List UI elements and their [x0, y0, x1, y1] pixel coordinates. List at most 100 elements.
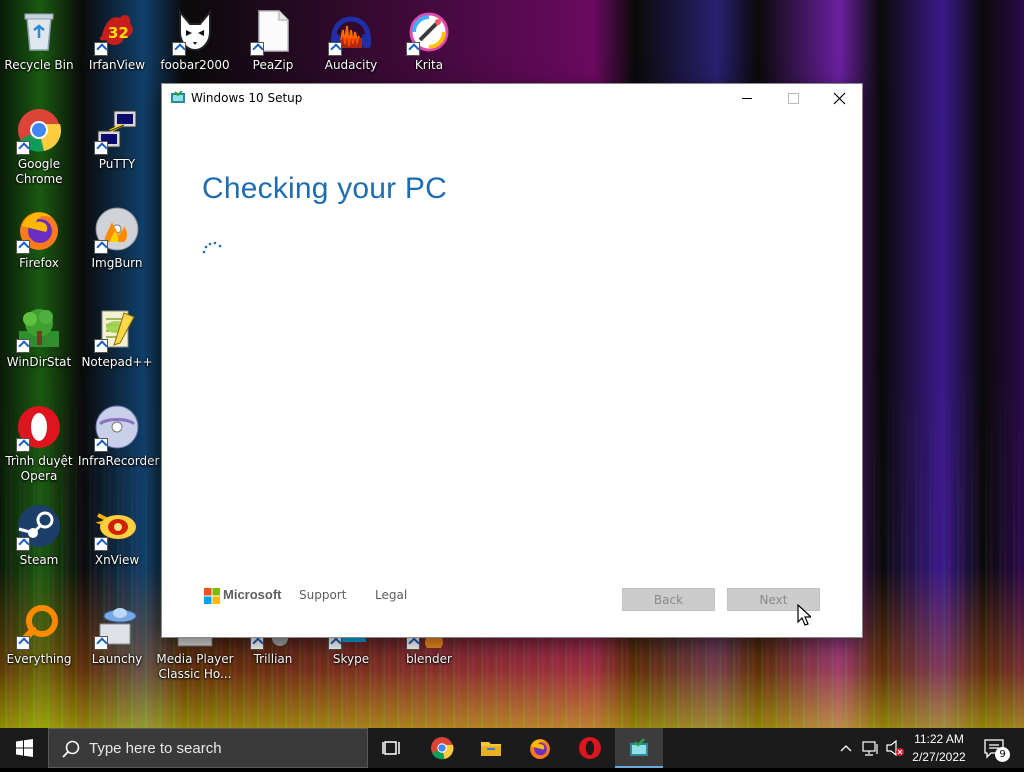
desktop-icon-label: blender [406, 652, 452, 666]
shortcut-arrow-icon [94, 240, 108, 254]
desktop-icon-xnview[interactable]: XnView [78, 495, 156, 568]
desktop-icon-foobar2000[interactable]: foobar2000 [156, 0, 234, 73]
taskbar-task-view[interactable] [368, 728, 416, 768]
support-link[interactable]: Support [299, 588, 346, 602]
shortcut-arrow-icon [94, 141, 108, 155]
firefox-icon [16, 206, 62, 254]
desktop-icon-infrarecorder[interactable]: InfraRecorder [78, 396, 160, 469]
desktop-icon-launchy[interactable]: Launchy [78, 594, 156, 667]
shortcut-arrow-icon [250, 42, 264, 56]
desktop-icon-irfanview[interactable]: 32 IrfanView [78, 0, 156, 73]
shortcut-arrow-icon [16, 141, 30, 155]
mouse-cursor-icon [797, 604, 811, 626]
search-placeholder: Type here to search [89, 740, 222, 757]
network-status-button[interactable] [860, 728, 882, 768]
desktop-icon-label: InfraRecorder [78, 454, 160, 468]
desktop-icon-label: WinDirStat [6, 355, 72, 369]
desktop-icon-notepadpp[interactable]: Notepad++ [78, 297, 156, 370]
everything-icon [16, 602, 62, 650]
taskbar-chrome[interactable] [418, 728, 466, 768]
desktop-icon-label: IrfanView [88, 58, 146, 72]
show-hidden-icons-button[interactable] [836, 728, 856, 768]
desktop-icon-everything[interactable]: Everything [0, 594, 78, 667]
search-icon [62, 740, 80, 758]
shortcut-arrow-icon [406, 42, 420, 56]
desktop-icon-imgburn[interactable]: ImgBurn [78, 198, 156, 271]
system-clock[interactable]: 11:22 AM 2/27/2022 [904, 730, 974, 766]
network-icon [862, 741, 878, 756]
taskbar-search-box[interactable]: Type here to search [48, 728, 368, 768]
desktop-icon-label: Media Player Classic Ho... [156, 652, 234, 681]
desktop-icon-label: Trình duyệt Opera [5, 454, 73, 483]
desktop-icon-krita[interactable]: Krita [390, 0, 468, 73]
desktop-icon-label: Trillian [253, 652, 293, 666]
windows-setup-icon [171, 91, 185, 103]
shortcut-arrow-icon [94, 438, 108, 452]
desktop-icon-steam[interactable]: Steam [0, 495, 78, 568]
desktop-icon-putty[interactable]: PuTTY [78, 99, 156, 172]
shortcut-arrow-icon [328, 42, 342, 56]
taskbar-file-explorer[interactable] [467, 728, 515, 768]
shortcut-arrow-icon [94, 339, 108, 353]
chrome-icon [431, 737, 454, 760]
shortcut-arrow-icon [16, 537, 30, 551]
legal-link[interactable]: Legal [375, 588, 407, 602]
desktop-icon-label: Launchy [91, 652, 143, 666]
audacity-icon [328, 8, 374, 56]
maximize-button[interactable] [770, 84, 816, 114]
shortcut-arrow-icon [16, 240, 30, 254]
windows-setup-icon [630, 738, 648, 756]
loading-spinner-icon [202, 241, 222, 254]
chrome-icon [16, 107, 62, 155]
desktop-icon-label: foobar2000 [160, 58, 230, 72]
shortcut-arrow-icon [94, 42, 108, 56]
firefox-icon [530, 739, 550, 759]
desktop-icon-label: Recycle Bin [4, 58, 74, 72]
shortcut-arrow-icon [16, 636, 30, 650]
krita-icon [406, 8, 452, 56]
shortcut-arrow-icon [172, 42, 186, 56]
action-center-button[interactable]: 9 [982, 736, 1010, 762]
window-titlebar[interactable]: Windows 10 Setup [162, 84, 862, 114]
launchy-icon [94, 602, 140, 650]
taskbar: Type here to search 11:22 AM 2/27/2022 9 [0, 728, 1024, 768]
back-button[interactable]: Back [622, 588, 715, 611]
taskbar-opera[interactable] [566, 728, 614, 768]
shortcut-arrow-icon [406, 636, 420, 650]
windows-start-icon [16, 739, 33, 757]
peazip-icon [250, 8, 296, 56]
shortcut-arrow-icon [16, 438, 30, 452]
taskbar-windows-setup[interactable] [615, 728, 663, 768]
putty-icon [94, 107, 140, 155]
desktop-icon-google-chrome[interactable]: Google Chrome [0, 99, 78, 187]
desktop-icon-label: PeaZip [252, 58, 294, 72]
close-button[interactable] [816, 84, 862, 114]
shortcut-arrow-icon [16, 339, 30, 353]
desktop-icon-windirstat[interactable]: WinDirStat [0, 297, 78, 370]
opera-icon [579, 737, 601, 759]
shortcut-arrow-icon [94, 636, 108, 650]
desktop-icon-recycle-bin[interactable]: Recycle Bin [0, 0, 78, 73]
clock-time: 11:22 AM [914, 732, 964, 746]
desktop-icon-label: Notepad++ [81, 355, 153, 369]
irfanview-icon: 32 [94, 8, 140, 56]
volume-button[interactable] [884, 728, 906, 768]
task-view-icon [382, 741, 400, 755]
start-button[interactable] [0, 728, 48, 768]
microsoft-logo-icon [204, 588, 220, 604]
infrarecorder-icon [94, 404, 140, 452]
taskbar-firefox[interactable] [516, 728, 564, 768]
page-title: Checking your PC [202, 172, 447, 206]
desktop-icon-label: Krita [414, 58, 444, 72]
desktop-icon-audacity[interactable]: Audacity [312, 0, 390, 73]
shortcut-arrow-icon [94, 537, 108, 551]
notification-count-badge: 9 [995, 747, 1010, 762]
desktop-icon-firefox[interactable]: Firefox [0, 198, 78, 271]
recycle-bin-icon [16, 8, 62, 54]
desktop-icon-peazip[interactable]: PeaZip [234, 0, 312, 73]
desktop-icon-opera[interactable]: Trình duyệt Opera [0, 396, 78, 484]
minimize-button[interactable] [724, 84, 770, 114]
opera-icon [16, 404, 62, 452]
close-icon [833, 92, 846, 105]
shortcut-arrow-icon [250, 636, 264, 650]
